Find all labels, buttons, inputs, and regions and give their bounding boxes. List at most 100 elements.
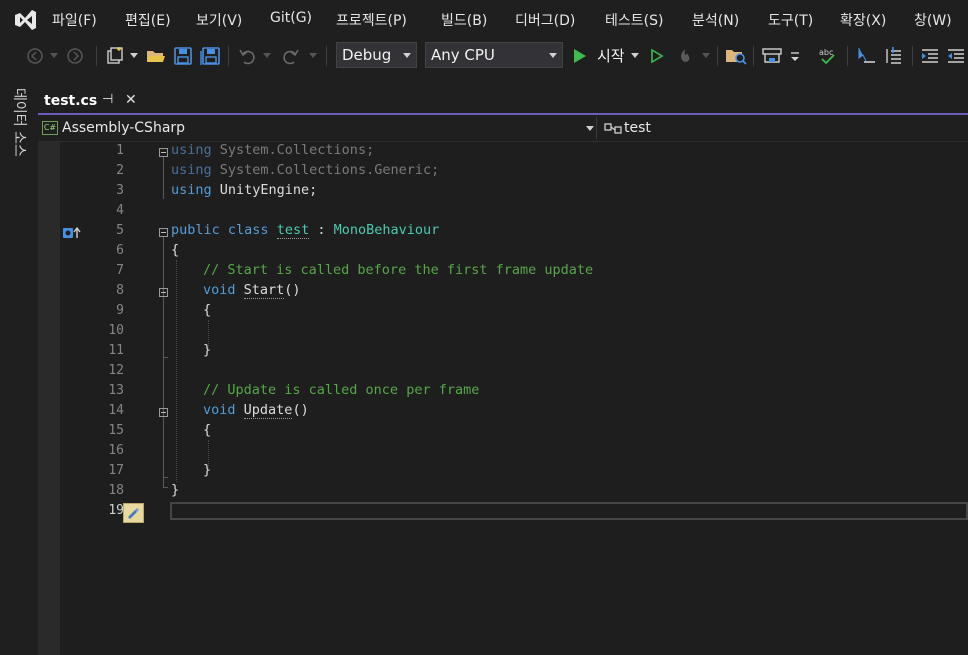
line-number: 18 <box>108 483 124 498</box>
collapse-region-icon[interactable] <box>159 408 168 417</box>
toolbar-overflow-icon[interactable] <box>788 45 802 67</box>
code-line-15: { <box>203 422 212 438</box>
code-editor[interactable]: 1 2 3 4 5 6 7 8 9 10 11 12 13 14 15 16 1… <box>38 142 968 655</box>
line-number: 1 <box>116 143 124 158</box>
indent-guide <box>176 260 177 482</box>
redo-icon[interactable] <box>280 45 302 67</box>
solution-platform-select[interactable]: Any CPU <box>425 42 563 68</box>
fold-guide-line <box>163 297 164 357</box>
implementation-glyph-icon[interactable] <box>62 226 82 240</box>
code-line-2: using System.Collections.Generic; <box>171 162 439 178</box>
start-play-icon[interactable] <box>571 45 589 67</box>
line-number-current: 19 <box>108 503 124 518</box>
menu-analyze[interactable]: 분석(N) <box>692 10 739 30</box>
new-item-icon[interactable] <box>104 45 126 67</box>
method-name: Update <box>243 402 293 419</box>
save-all-icon[interactable] <box>199 45 221 67</box>
line-number: 11 <box>108 343 124 358</box>
start-button-label[interactable]: 시작 <box>597 45 625 66</box>
keyword: void <box>203 402 236 418</box>
chevron-down-icon <box>549 53 557 58</box>
code-line-18: } <box>171 482 180 498</box>
keyword: public <box>171 222 220 238</box>
keyword: void <box>203 282 236 298</box>
pin-tab-icon[interactable]: ⊣ <box>102 92 113 107</box>
code-line-11: } <box>203 342 212 358</box>
keyword: class <box>219 222 277 238</box>
line-number: 13 <box>108 383 124 398</box>
line-number: 17 <box>108 463 124 478</box>
hot-reload-icon[interactable] <box>674 45 696 67</box>
line-number: 10 <box>108 323 124 338</box>
tab-test-cs[interactable]: test.cs ⊣ ✕ <box>38 88 147 114</box>
collapse-region-icon[interactable] <box>159 288 168 297</box>
line-number: 15 <box>108 423 124 438</box>
menu-build[interactable]: 빌드(B) <box>441 10 487 30</box>
spell-check-icon[interactable]: abc <box>816 45 840 67</box>
server-explorer-icon[interactable] <box>760 45 784 67</box>
menu-debug[interactable]: 디버그(D) <box>515 10 575 30</box>
collapse-region-icon[interactable] <box>159 228 168 237</box>
redo-dropdown-icon[interactable] <box>308 45 318 67</box>
punctuation: () <box>292 402 309 418</box>
document-tab-strip <box>38 74 968 114</box>
hot-reload-dropdown-icon[interactable] <box>701 45 711 67</box>
navbar-divider <box>596 117 597 139</box>
menu-view[interactable]: 보기(V) <box>196 10 242 30</box>
code-line-6: { <box>171 242 180 258</box>
class-members-icon <box>604 123 622 134</box>
keyword: using <box>171 162 212 178</box>
start-without-debugging-icon[interactable] <box>646 45 668 67</box>
solution-platform-value: Any CPU <box>431 46 495 64</box>
quick-actions-icon[interactable] <box>123 503 144 523</box>
toolbar-separator <box>753 46 754 66</box>
punctuation: () <box>284 282 301 298</box>
new-item-dropdown-icon[interactable] <box>129 45 139 67</box>
menu-git[interactable]: Git(G) <box>270 10 312 26</box>
fold-guide-line <box>163 157 164 199</box>
code-line-7: // Start is called before the first fram… <box>203 262 594 278</box>
code-line-3: using UnityEngine; <box>171 182 317 198</box>
member-dropdown[interactable]: test <box>604 117 964 139</box>
menu-file[interactable]: 파일(F) <box>52 10 97 30</box>
toolbar-separator <box>717 46 718 66</box>
toolbar-separator <box>96 46 97 66</box>
solution-configuration-select[interactable]: Debug <box>336 42 417 68</box>
toolbar-separator <box>326 46 327 66</box>
visual-studio-logo-icon[interactable] <box>12 7 38 33</box>
line-number: 4 <box>116 203 124 218</box>
project-dropdown[interactable]: C# Assembly-CSharp <box>42 117 594 139</box>
menu-window[interactable]: 창(W) <box>914 10 952 30</box>
menu-project[interactable]: 프로젝트(P) <box>336 10 407 30</box>
close-tab-icon[interactable]: ✕ <box>125 92 137 108</box>
navigation-bar: C# Assembly-CSharp test <box>38 115 968 142</box>
collapse-region-icon[interactable] <box>159 148 168 157</box>
data-sources-tab[interactable]: 데이터 소스 <box>8 88 30 168</box>
indent-icon[interactable] <box>918 45 942 67</box>
menu-tools[interactable]: 도구(T) <box>768 10 813 30</box>
browse-folder-icon[interactable] <box>724 45 748 67</box>
fold-guide-end <box>163 357 168 358</box>
line-number: 3 <box>116 183 124 198</box>
current-line-highlight <box>170 502 968 520</box>
fold-guide-line <box>163 417 164 477</box>
code-line-14: void Update() <box>203 402 309 419</box>
back-dropdown-icon[interactable] <box>49 45 59 67</box>
line-number: 2 <box>116 163 124 178</box>
outdent-icon[interactable] <box>944 45 968 67</box>
undo-dropdown-icon[interactable] <box>262 45 272 67</box>
punctuation: : <box>309 222 334 238</box>
start-dropdown-icon[interactable] <box>630 45 640 67</box>
menu-extensions[interactable]: 확장(X) <box>840 10 886 30</box>
menu-test[interactable]: 테스트(S) <box>605 10 663 30</box>
navigate-forward-icon[interactable] <box>64 45 86 67</box>
save-icon[interactable] <box>172 45 194 67</box>
step-into-icon[interactable] <box>854 45 878 67</box>
project-name: Assembly-CSharp <box>62 120 186 136</box>
open-folder-icon[interactable] <box>145 45 167 67</box>
navigate-back-icon[interactable] <box>24 45 46 67</box>
undo-icon[interactable] <box>236 45 258 67</box>
code-line-9: { <box>203 302 212 318</box>
comment-lines-icon[interactable] <box>882 45 906 67</box>
menu-edit[interactable]: 편집(E) <box>125 10 171 30</box>
